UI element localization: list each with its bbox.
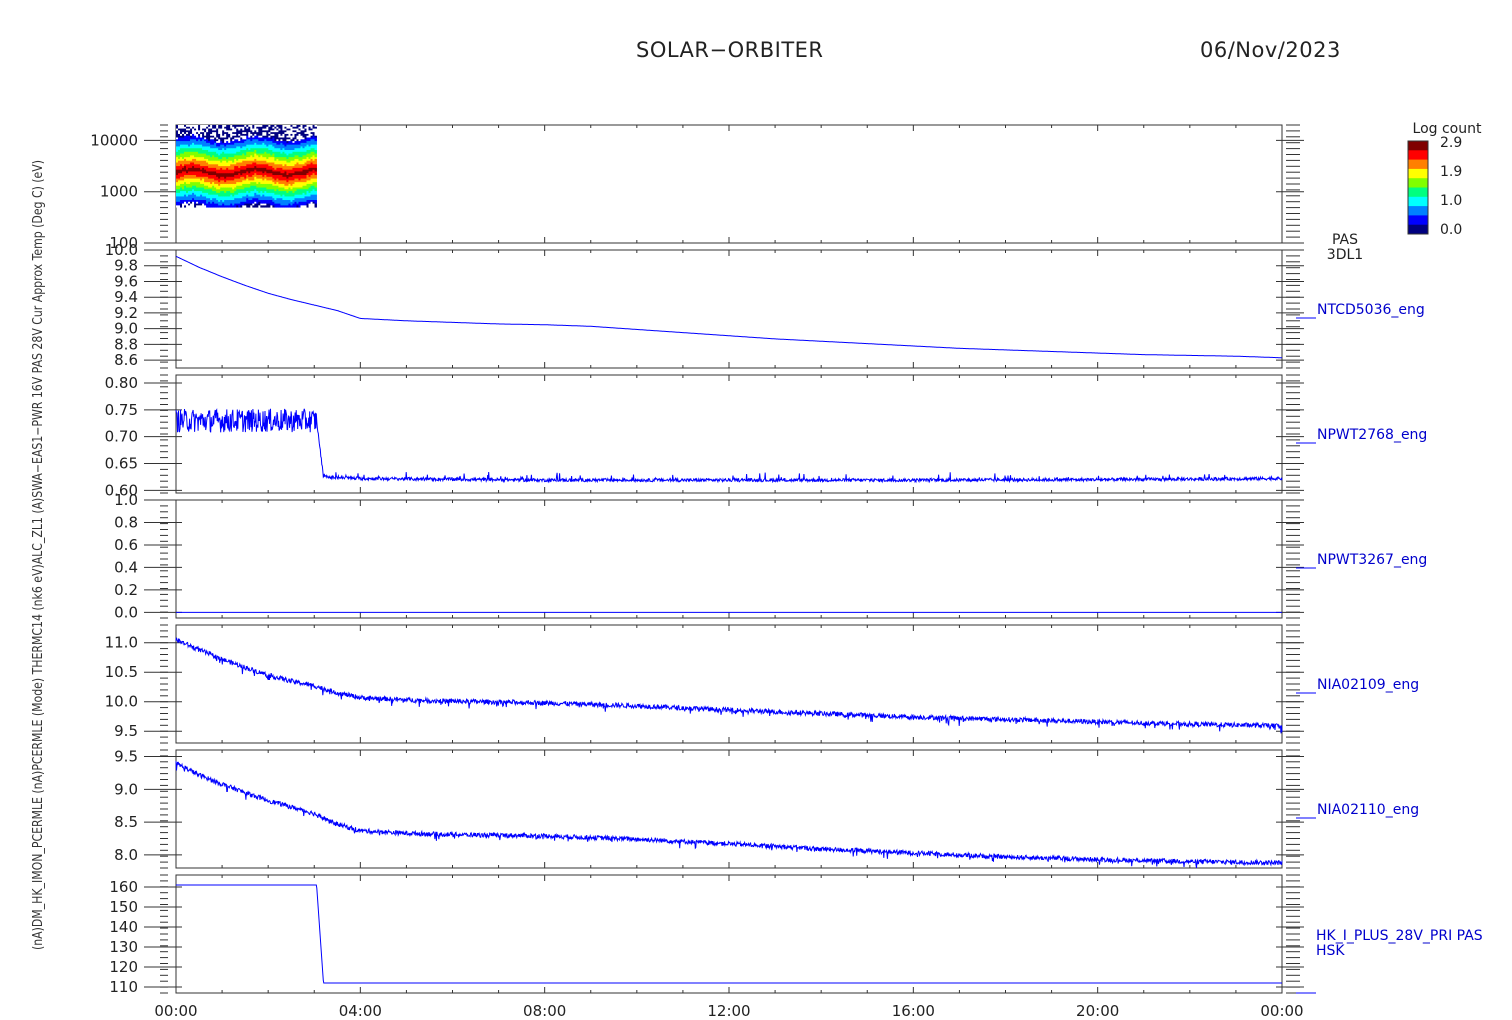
y-tick-label: 120 bbox=[109, 958, 138, 976]
y-tick-label: 1.0 bbox=[114, 491, 138, 509]
x-tick-label: 00:00 bbox=[154, 1002, 197, 1020]
y-tick-label: 10.0 bbox=[105, 693, 138, 711]
y-tick-label: 0.6 bbox=[114, 536, 138, 554]
colorbar-segment bbox=[1408, 206, 1428, 216]
colorbar-segment bbox=[1408, 215, 1428, 226]
panel-label: NPWT3267_eng bbox=[1317, 552, 1427, 568]
left-axis-label: (nA)DM_HK_IMON_PCERMLE (nA)PCERMLE (Mode… bbox=[31, 160, 46, 950]
panel-ntcd5036-eng bbox=[144, 249, 1316, 369]
y-tick-label: 0.80 bbox=[105, 374, 138, 392]
panel-label: NIA02109_eng bbox=[1317, 677, 1419, 693]
y-tick-label: 130 bbox=[109, 938, 138, 956]
y-tick-label: 8.5 bbox=[114, 813, 138, 831]
colorbar-segment bbox=[1408, 168, 1428, 179]
panel-label: NTCD5036_eng bbox=[1317, 302, 1425, 318]
colorbar-segment bbox=[1408, 196, 1428, 207]
heatmap-cell bbox=[314, 205, 317, 208]
y-tick-label: 150 bbox=[109, 898, 138, 916]
y-tick-label: 0.75 bbox=[105, 401, 138, 419]
panel-label: HSK bbox=[1316, 943, 1345, 959]
panel-npwt3267-eng bbox=[144, 499, 1316, 619]
panel-frame bbox=[175, 499, 1283, 619]
colorbar-tick-label: 2.9 bbox=[1440, 135, 1462, 151]
series-line bbox=[175, 408, 1283, 484]
y-tick-label: 8.6 bbox=[114, 351, 138, 369]
y-tick-label: 9.0 bbox=[114, 780, 138, 798]
panel-label: NPWT2768_eng bbox=[1317, 427, 1427, 443]
panel-hk-i-plus-28v-pri-pas-hsk bbox=[144, 874, 1316, 994]
panel-frame bbox=[175, 124, 1283, 244]
x-tick-label: 04:00 bbox=[339, 1002, 382, 1020]
x-tick-label: 16:00 bbox=[892, 1002, 935, 1020]
y-tick-label: 0.4 bbox=[114, 558, 138, 576]
panel-npwt2768-eng bbox=[144, 374, 1316, 494]
y-tick-label: 11.0 bbox=[105, 634, 138, 652]
colorbar-tick-label: 0.0 bbox=[1440, 222, 1462, 238]
colorbar-segment bbox=[1408, 187, 1428, 198]
x-tick-label: 20:00 bbox=[1076, 1002, 1119, 1020]
panel-label: HK_I_PLUS_28V_PRI PAS bbox=[1316, 928, 1483, 944]
panel-frame bbox=[175, 249, 1283, 369]
x-tick-label: 00:00 bbox=[1260, 1002, 1303, 1020]
panel-frame bbox=[175, 374, 1283, 494]
panel-label: 3DL1 bbox=[1327, 247, 1363, 263]
y-tick-label: 160 bbox=[109, 878, 138, 896]
y-tick-label: 1000 bbox=[100, 183, 138, 201]
y-tick-label: 9.5 bbox=[114, 748, 138, 766]
y-tick-label: 0.70 bbox=[105, 428, 138, 446]
panel-nia02109-eng bbox=[144, 624, 1316, 744]
colorbar-segment bbox=[1408, 141, 1428, 151]
panel-frame bbox=[175, 874, 1283, 994]
y-tick-label: 0.0 bbox=[114, 603, 138, 621]
colorbar-tick-label: 1.9 bbox=[1440, 164, 1462, 180]
colorbar-segment bbox=[1408, 224, 1428, 235]
plot-area: 100001000100 PAS3DL110.09.89.69.49.29.08.… bbox=[31, 121, 1483, 1020]
panel-pas-3dl1 bbox=[144, 124, 1304, 244]
y-tick-label: 140 bbox=[109, 918, 138, 936]
y-tick-label: 10.5 bbox=[105, 663, 138, 681]
x-tick-label: 12:00 bbox=[707, 1002, 750, 1020]
panel-label: PAS bbox=[1332, 232, 1358, 248]
x-tick-label: 08:00 bbox=[523, 1002, 566, 1020]
colorbar-segment bbox=[1408, 150, 1428, 161]
panel-frame bbox=[175, 624, 1283, 744]
colorbar-tick-label: 1.0 bbox=[1440, 193, 1462, 209]
series-line bbox=[176, 884, 1282, 984]
panel-label: NIA02110_eng bbox=[1317, 802, 1419, 818]
y-tick-label: 110 bbox=[109, 978, 138, 996]
panel-nia02110-eng bbox=[144, 749, 1316, 869]
panel-frame bbox=[175, 749, 1283, 869]
y-tick-label: 8.0 bbox=[114, 846, 138, 864]
series-line bbox=[175, 637, 1283, 734]
y-tick-label: 9.5 bbox=[114, 722, 138, 740]
colorbar-segment bbox=[1408, 159, 1428, 170]
colorbar-segment bbox=[1408, 178, 1428, 188]
series-line bbox=[175, 255, 1282, 359]
y-tick-label: 0.2 bbox=[114, 581, 138, 599]
y-tick-label: 0.8 bbox=[114, 513, 138, 531]
colorbar bbox=[1407, 140, 1429, 235]
y-tick-label: 10000 bbox=[90, 131, 138, 149]
y-tick-label: 0.65 bbox=[105, 455, 138, 473]
series-line bbox=[175, 761, 1283, 869]
